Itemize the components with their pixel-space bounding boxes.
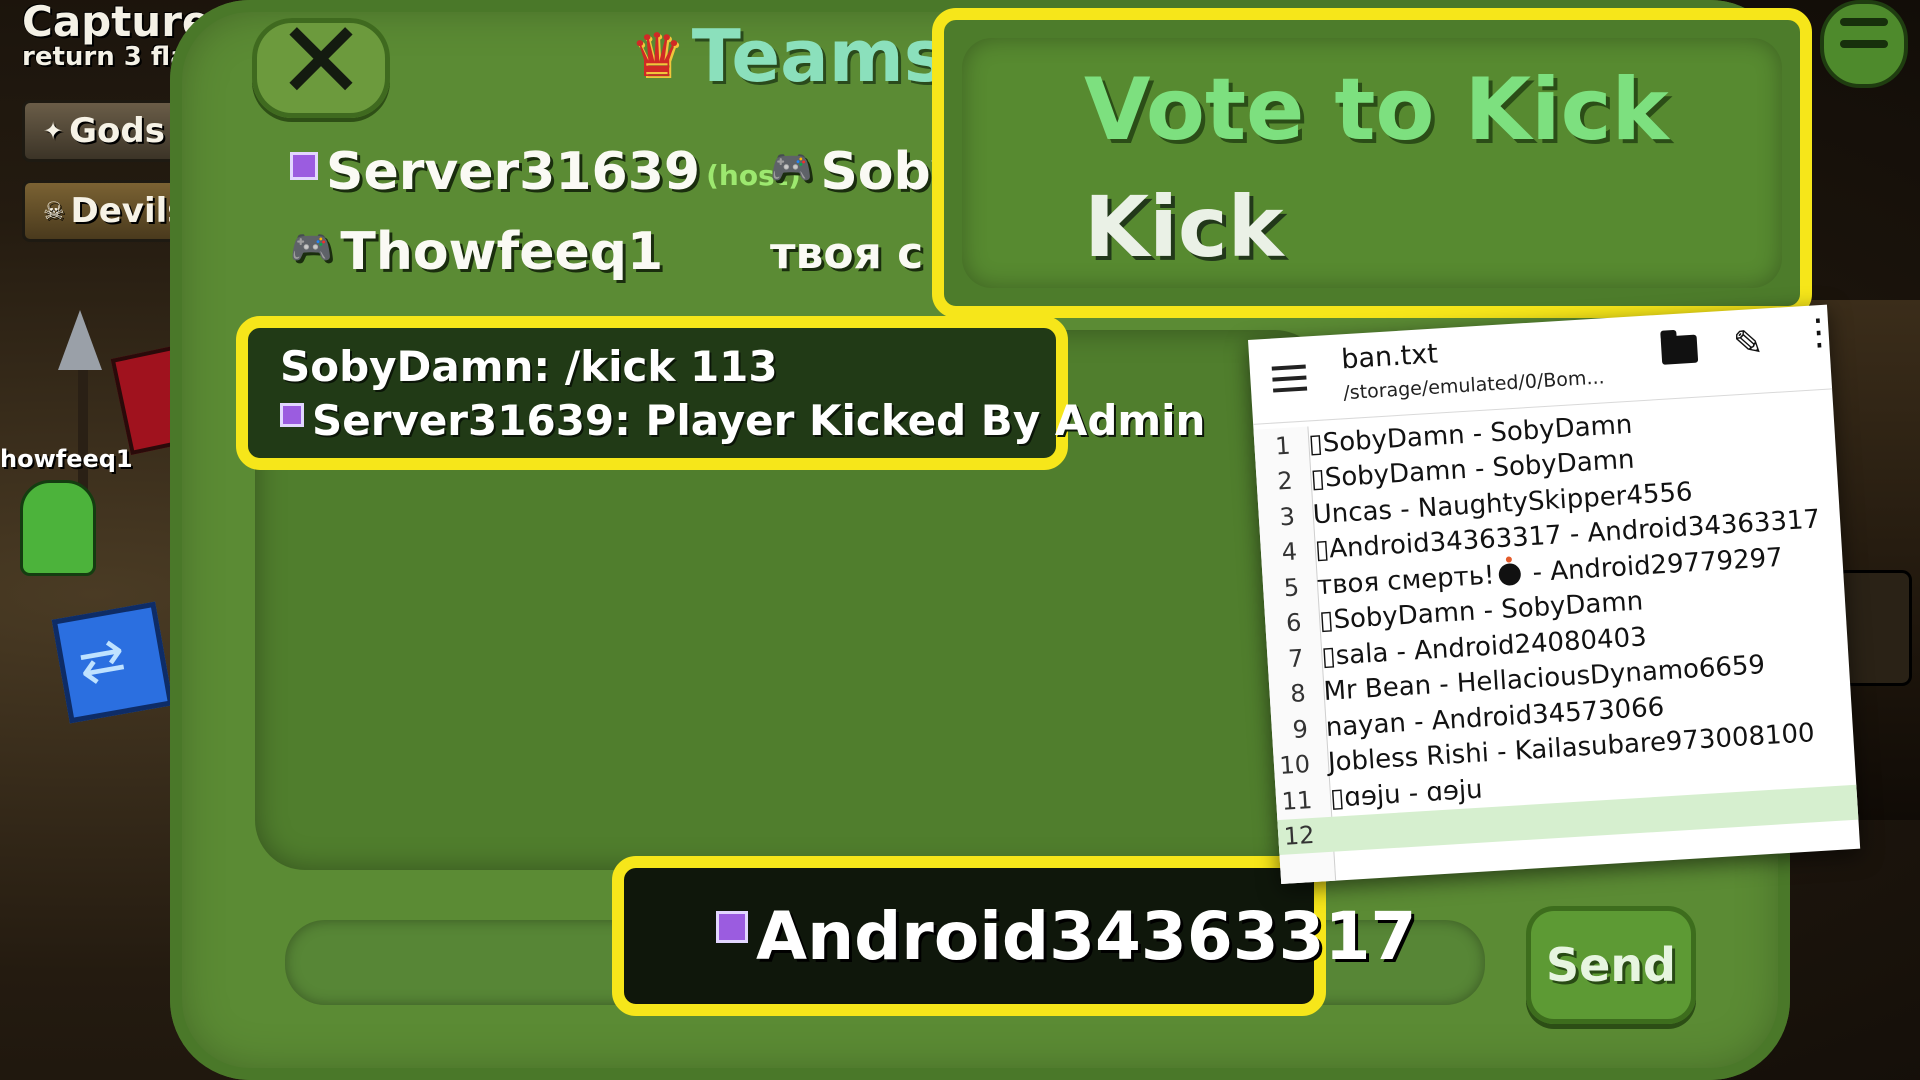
bomb-icon xyxy=(1497,563,1522,587)
team-chip-label: Gods xyxy=(69,111,165,151)
editor-body[interactable]: 1 ▯SobyDamn - SobyDamn 2 ▯SobyDamn - SobyD… xyxy=(1253,394,1860,884)
close-button[interactable]: ✕ xyxy=(252,8,390,118)
folder-icon[interactable] xyxy=(1660,334,1699,365)
player-name: твоя с xyxy=(770,228,924,279)
gamepad-icon: 🎮 xyxy=(290,228,333,268)
line-number: 9 xyxy=(1291,714,1309,744)
chat-message-text: SobyDamn: /kick 113 xyxy=(280,342,778,391)
line-number: 7 xyxy=(1287,643,1305,673)
skull-icon: ☠ xyxy=(43,197,65,225)
teams-title: ♛ Teams xyxy=(630,14,947,98)
purple-square-icon xyxy=(280,402,304,427)
player-character xyxy=(20,480,96,576)
close-icon: ✕ xyxy=(275,0,367,124)
line-number: 10 xyxy=(1278,750,1311,781)
ban-file-editor: ban.txt /storage/emulated/0/Bom... ✎ ⋮ 1… xyxy=(1248,304,1861,884)
send-button[interactable]: Send xyxy=(1526,906,1696,1024)
vote-kick-menu: Vote to Kick Kick xyxy=(932,8,1812,318)
line-number: 5 xyxy=(1283,573,1301,602)
chat-message: SobyDamn: /kick 113 xyxy=(280,342,778,391)
line-number: 12 xyxy=(1283,821,1316,851)
selected-player[interactable]: Android34363317 xyxy=(716,898,1416,975)
line-number: 2 xyxy=(1276,466,1294,496)
world-player-tag: howfeeq1 xyxy=(0,445,133,473)
selected-player-box: Android34363317 xyxy=(612,856,1416,1016)
line-number: 11 xyxy=(1280,785,1314,816)
editor-filename: ban.txt xyxy=(1340,338,1439,376)
gods-icon: ✦ xyxy=(43,117,64,145)
axe-head xyxy=(58,310,102,370)
chat-message-text: Server31639: Player Kicked By Admin xyxy=(312,396,1206,445)
menu-button[interactable] xyxy=(1820,0,1908,88)
team-chip-gods[interactable]: ✦ Gods xyxy=(22,100,192,162)
player-entry-server[interactable]: Server31639 (host) xyxy=(290,142,801,202)
line-number: 1 xyxy=(1274,431,1292,461)
purple-square-icon xyxy=(716,910,748,943)
vote-to-kick-option[interactable]: Vote to Kick xyxy=(1084,60,1669,160)
selected-player-name: Android34363317 xyxy=(756,898,1417,975)
pencil-icon[interactable]: ✎ xyxy=(1732,323,1765,366)
team-chip-devils[interactable]: ☠ Devils xyxy=(22,180,188,242)
player-entry-cyrillic[interactable]: твоя с xyxy=(770,228,923,279)
crown-icon: ♛ xyxy=(630,21,684,91)
purple-square-icon xyxy=(290,152,318,180)
chat-message: Server31639: Player Kicked By Admin xyxy=(280,396,1205,445)
player-name: Thowfeeq1 xyxy=(340,222,664,282)
hamburger-icon[interactable] xyxy=(1271,364,1308,400)
player-name: Server31639 xyxy=(326,142,701,202)
chat-log: SobyDamn: /kick 113 Server31639: Player … xyxy=(236,316,1205,470)
line-number: 4 xyxy=(1280,537,1298,567)
kick-option[interactable]: Kick xyxy=(1084,178,1284,276)
more-icon[interactable]: ⋮ xyxy=(1799,311,1837,354)
teams-title-text: Teams xyxy=(691,14,947,98)
line-number: 8 xyxy=(1289,679,1307,709)
player-entry-thowfeeq[interactable]: 🎮 Thowfeeq1 xyxy=(290,222,663,282)
gamepad-icon: 🎮 xyxy=(770,148,813,188)
line-number: 6 xyxy=(1285,608,1303,638)
blue-crate xyxy=(51,601,174,724)
line-number: 3 xyxy=(1278,502,1296,532)
